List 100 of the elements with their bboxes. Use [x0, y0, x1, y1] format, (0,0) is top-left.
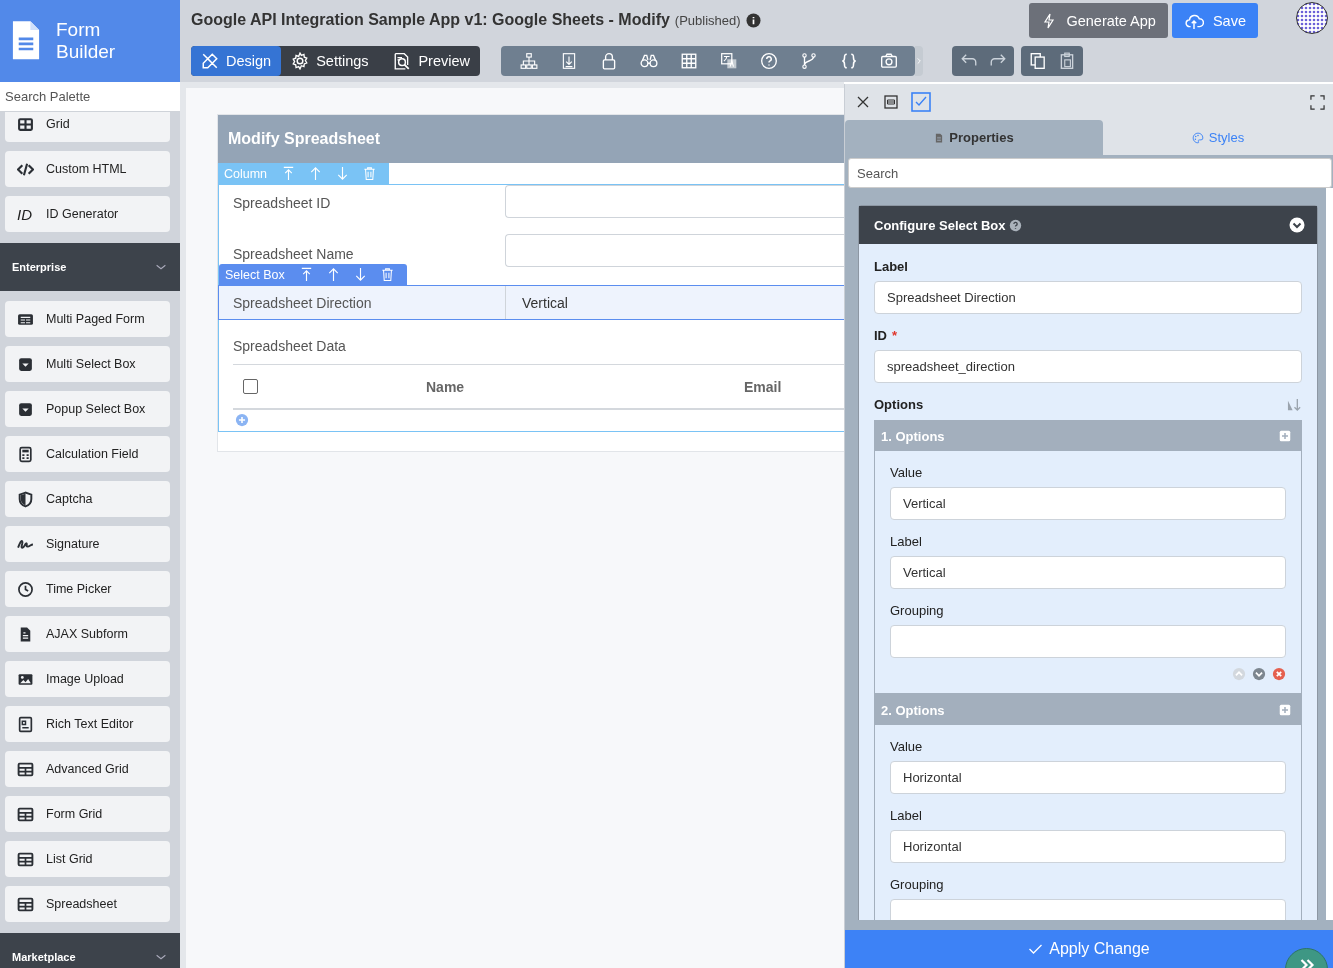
option-title: 2. Options	[881, 702, 945, 718]
add-icon[interactable]	[1279, 704, 1291, 716]
palette-item[interactable]: Multi Paged Form	[5, 301, 170, 337]
chevron-right-icon	[916, 57, 922, 65]
form-icon[interactable]	[883, 94, 899, 110]
generate-button[interactable]: Generate App	[1029, 3, 1168, 38]
info-icon	[745, 12, 761, 28]
palette-item[interactable]: Time Picker	[5, 571, 170, 607]
palette-item[interactable]: Grid	[5, 112, 170, 142]
palette-item[interactable]: Image Upload	[5, 661, 170, 697]
id-icon: ID	[17, 205, 34, 223]
table-icon	[680, 52, 698, 70]
table-icon	[17, 805, 34, 823]
palette-section-header[interactable]: Enterprise	[0, 243, 180, 291]
field-label: Label	[874, 258, 908, 274]
field-label: Label	[890, 533, 922, 549]
palette-item[interactable]: Popup Select Box	[5, 391, 170, 427]
field-label: Grouping	[890, 602, 944, 618]
checkbox[interactable]	[243, 379, 258, 394]
save-button[interactable]: Save	[1171, 3, 1258, 38]
required-mark: *	[892, 327, 898, 343]
field-label: ID	[874, 327, 887, 343]
sort-icon[interactable]	[1287, 396, 1302, 412]
input-field[interactable]: Horizontal	[890, 761, 1286, 794]
card-title: Configure Select Box	[874, 217, 1006, 233]
palette-section-header[interactable]: Marketplace	[0, 933, 180, 968]
input-field[interactable]: Vertical	[890, 556, 1286, 589]
status-text: (Published)	[674, 12, 741, 28]
app-title: Form Builder	[56, 19, 117, 63]
table-icon	[17, 760, 34, 778]
preview-icon	[393, 52, 412, 70]
sitemap-icon	[520, 52, 538, 70]
code-icon	[17, 160, 34, 178]
palette-item[interactable]: Multi Select Box	[5, 346, 170, 382]
close-icon[interactable]	[855, 94, 871, 110]
field-label: Spreadsheet Name	[233, 246, 354, 262]
grid-icon	[17, 115, 34, 133]
avatar[interactable]	[1296, 2, 1328, 34]
palette-item[interactable]: ID ID Generator	[5, 196, 170, 232]
check-icon	[1028, 943, 1044, 955]
design-icon	[201, 52, 219, 70]
apply-button[interactable]: Apply Change	[845, 930, 1333, 968]
mode-tab[interactable]: Preview	[383, 46, 480, 76]
search-field[interactable]: Search	[848, 158, 1332, 188]
palette-item[interactable]: Form Grid	[5, 796, 170, 832]
option-title: 1. Options	[881, 428, 945, 444]
mode-tab[interactable]: Design	[191, 46, 282, 76]
mode-tab[interactable]: Settings	[281, 46, 384, 76]
panel-title: Modify Spreadsheet	[218, 115, 844, 163]
collapse-icon[interactable]	[1289, 217, 1305, 233]
palette-item[interactable]: Signature	[5, 526, 170, 562]
palette-item[interactable]: List Grid	[5, 841, 170, 877]
add-icon[interactable]	[1279, 430, 1291, 442]
input-field[interactable]: Horizontal	[890, 830, 1286, 863]
remove-icon[interactable]	[1272, 667, 1286, 681]
checkbox-icon[interactable]	[911, 92, 931, 112]
input-field[interactable]	[505, 234, 844, 267]
field-label: Value	[890, 464, 923, 480]
palette-item[interactable]: Calculation Field	[5, 436, 170, 472]
palette-item[interactable]: Rich Text Editor	[5, 706, 170, 742]
dropdown-icon	[17, 400, 34, 418]
section-title: Marketplace	[12, 951, 76, 963]
add-row-icon[interactable]	[235, 413, 249, 427]
input-field[interactable]: spreadsheet_direction	[874, 350, 1302, 383]
palette-item[interactable]: Spreadsheet	[5, 886, 170, 922]
palette-item[interactable]: Custom HTML	[5, 151, 170, 187]
move-down-icon[interactable]	[1252, 667, 1266, 681]
lock-icon	[600, 52, 618, 70]
help-icon	[1009, 218, 1023, 232]
search-field[interactable]: Search Palette	[0, 82, 180, 112]
input-field[interactable]	[890, 625, 1286, 658]
binoculars-icon	[640, 52, 658, 70]
panel-tab[interactable]: Properties	[845, 120, 1103, 155]
document-icon	[934, 131, 945, 144]
dropdown-icon	[17, 355, 34, 373]
field-label: Value	[890, 738, 923, 754]
field-label: Options	[874, 396, 924, 412]
trash-icon[interactable]	[362, 166, 378, 181]
field-toolbar: Select Box	[219, 264, 407, 285]
clock-icon	[17, 580, 34, 598]
column-header: Email	[744, 378, 782, 395]
copy-icon	[1028, 52, 1047, 70]
input-field[interactable]: Spreadsheet Direction	[874, 281, 1302, 314]
field-label: Label	[890, 807, 922, 823]
help-icon	[760, 52, 778, 70]
palette-item[interactable]: Advanced Grid	[5, 751, 170, 787]
camera-icon	[880, 52, 898, 70]
input-field[interactable]: Vertical	[890, 487, 1286, 520]
field-label: Spreadsheet Direction	[233, 294, 372, 311]
palette-item[interactable]: Captcha	[5, 481, 170, 517]
trash-icon[interactable]	[379, 267, 395, 282]
palette-item[interactable]: AJAX Subform	[5, 616, 170, 652]
field-label: Spreadsheet Data	[233, 338, 347, 354]
document-logo	[10, 20, 42, 62]
fullscreen-icon[interactable]	[1310, 94, 1325, 110]
column-toolbar: Column	[218, 163, 390, 184]
app-title: Google API Integration Sample App v1: Google Sheets - Modify	[191, 11, 670, 29]
input-field[interactable]	[505, 185, 844, 218]
shield-icon	[17, 490, 34, 508]
table-icon	[17, 895, 34, 913]
